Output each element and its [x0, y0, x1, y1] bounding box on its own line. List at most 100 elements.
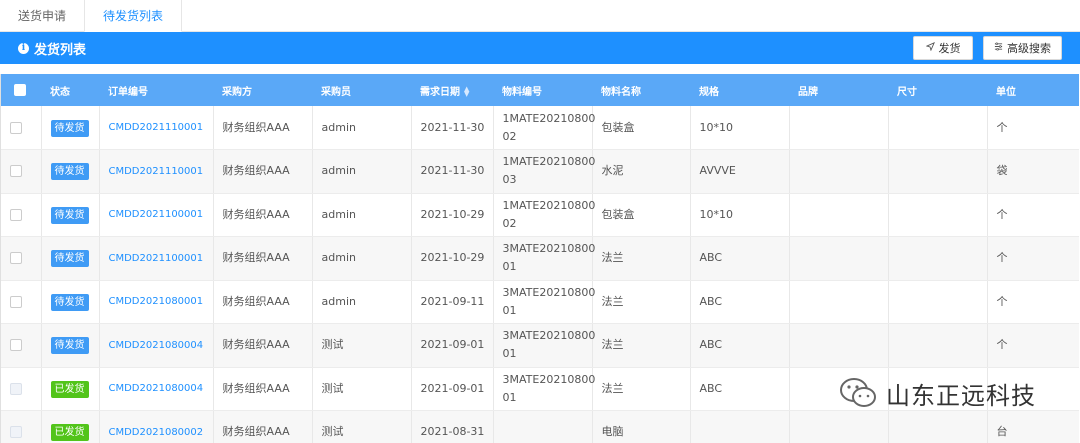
column-header: 物料编号	[502, 86, 542, 98]
order-number-cell: CMDD2021080002	[99, 410, 214, 443]
buyer-cell: 财务组织AAA	[213, 280, 313, 324]
order-number-cell: CMDD2021080001	[99, 280, 214, 324]
buyer-cell: 财务组织AAA	[213, 323, 313, 368]
status-badge: 待发货	[50, 119, 89, 137]
column-header-label: 需求日期	[420, 86, 460, 98]
row-select-cell	[1, 280, 42, 324]
watermark: 山东正远科技	[838, 373, 1036, 413]
status-badge: 待发货	[50, 250, 89, 268]
column-header: 状态	[50, 86, 70, 98]
spec-cell: AVVVE	[690, 149, 790, 194]
select-all-checkbox[interactable]	[14, 84, 26, 96]
ship-button-label: 发货	[938, 42, 961, 55]
order-number-link[interactable]: CMDD2021080001	[109, 296, 204, 307]
row-checkbox[interactable]	[10, 295, 22, 308]
spec-cell: ABC	[690, 236, 790, 281]
order-number-link[interactable]: CMDD2021100001	[109, 209, 204, 220]
row-checkbox[interactable]	[10, 165, 22, 178]
order-number-link[interactable]: CMDD2021080004	[109, 383, 204, 394]
table-row[interactable]: 待发货 CMDD2021100001 财务组织AAA admin 2021-10-29 1…	[1, 193, 1079, 237]
material-name-cell: 法兰	[592, 236, 691, 281]
status-cell: 已发货	[41, 410, 100, 443]
size-cell	[888, 149, 988, 194]
order-number-cell: CMDD2021100001	[99, 236, 214, 281]
table-row[interactable]: 待发货 CMDD2021110001 财务组织AAA admin 2021-11-30 1…	[1, 106, 1079, 150]
watermark-text: 山东正远科技	[886, 381, 1036, 410]
material-number-cell: 1MATE20210800 03	[493, 149, 595, 194]
status-cell: 待发货	[41, 280, 100, 324]
size-cell	[888, 236, 988, 281]
advanced-search-label: 高级搜索	[1007, 42, 1051, 55]
material-number-cell: 3MATE20210800 01	[493, 280, 595, 324]
size-cell	[888, 193, 988, 237]
unit-cell: 袋	[987, 149, 1079, 194]
purchaser-cell: admin	[312, 280, 412, 324]
order-number-cell: CMDD2021080004	[99, 323, 214, 368]
demand-date-cell: 2021-11-30	[411, 149, 494, 194]
row-checkbox[interactable]	[10, 339, 22, 352]
purchaser-cell: admin	[312, 149, 412, 194]
size-cell	[888, 106, 988, 150]
demand-date-cell: 2021-09-01	[411, 367, 494, 411]
order-number-link[interactable]: CMDD2021080002	[109, 427, 204, 438]
order-number-link[interactable]: CMDD2021110001	[109, 166, 204, 177]
status-cell: 待发货	[41, 323, 100, 368]
status-badge: 待发货	[50, 206, 89, 224]
spec-cell: ABC	[690, 323, 790, 368]
ship-button[interactable]: 发货	[913, 36, 973, 60]
order-number-cell: CMDD2021080004	[99, 367, 214, 411]
unit-cell: 个	[987, 193, 1079, 237]
row-checkbox[interactable]	[10, 121, 22, 134]
table-row[interactable]: 待发货 CMDD2021100001 财务组织AAA admin 2021-10-29 3…	[1, 236, 1079, 281]
material-name-cell: 法兰	[592, 323, 691, 368]
demand-date-cell: 2021-09-01	[411, 323, 494, 368]
column-header-sortable[interactable]: 需求日期 ▲ ▼	[411, 74, 493, 106]
order-number-link[interactable]: CMDD2021100001	[109, 253, 204, 264]
row-checkbox[interactable]	[10, 208, 22, 221]
table-row[interactable]: 待发货 CMDD2021080001 财务组织AAA admin 2021-09-11 3…	[1, 280, 1079, 324]
table-row[interactable]: 待发货 CMDD2021080004 财务组织AAA 测试 2021-09-01 3MAT…	[1, 323, 1079, 368]
size-cell	[888, 280, 988, 324]
order-number-link[interactable]: CMDD2021110001	[109, 122, 204, 133]
buyer-cell: 财务组织AAA	[213, 193, 313, 237]
unit-cell: 台	[987, 410, 1079, 443]
material-number-cell	[493, 410, 593, 443]
send-icon	[925, 42, 935, 54]
size-cell	[888, 323, 988, 368]
status-badge: 待发货	[50, 293, 89, 311]
material-number-cell: 1MATE20210800 02	[493, 193, 595, 237]
status-badge: 已发货	[50, 424, 89, 442]
sort-icon[interactable]: ▲ ▼	[464, 85, 469, 97]
row-checkbox	[10, 382, 22, 395]
status-cell: 待发货	[41, 149, 100, 194]
row-checkbox[interactable]	[10, 252, 22, 265]
brand-cell	[789, 236, 889, 281]
table-row[interactable]: 待发货 CMDD2021110001 财务组织AAA admin 2021-11-30 1…	[1, 149, 1079, 194]
buyer-cell: 财务组织AAA	[213, 367, 313, 411]
order-number-link[interactable]: CMDD2021080004	[109, 340, 204, 351]
size-cell	[888, 410, 988, 443]
status-badge: 待发货	[50, 163, 89, 181]
advanced-search-button[interactable]: 高级搜索	[983, 36, 1062, 60]
tab-delivery-request[interactable]: 送货申请	[0, 0, 84, 31]
buyer-cell: 财务组织AAA	[213, 410, 313, 443]
row-select-cell	[1, 193, 42, 237]
order-number-cell: CMDD2021100001	[99, 193, 214, 237]
material-name-cell: 法兰	[592, 367, 691, 411]
tab-pending-shipment-list[interactable]: 待发货列表	[84, 0, 183, 32]
purchaser-cell: admin	[312, 193, 412, 237]
column-header: 尺寸	[897, 86, 917, 98]
column-header: 品牌	[798, 86, 818, 98]
page-title: 发货列表	[34, 42, 87, 58]
buyer-cell: 财务组织AAA	[213, 236, 313, 281]
purchaser-cell: 测试	[312, 367, 412, 411]
order-number-cell: CMDD2021110001	[99, 149, 214, 194]
unit-cell: 个	[987, 106, 1079, 150]
material-name-cell: 包装盒	[592, 106, 691, 150]
info-icon: i	[18, 42, 29, 54]
spec-cell: ABC	[690, 280, 790, 324]
row-select-cell	[1, 323, 42, 368]
table-row[interactable]: 已发货 CMDD2021080002 财务组织AAA 测试 2021-08-31 电脑 台	[1, 410, 1079, 443]
wechat-icon	[838, 373, 878, 413]
unit-cell: 个	[987, 323, 1079, 368]
